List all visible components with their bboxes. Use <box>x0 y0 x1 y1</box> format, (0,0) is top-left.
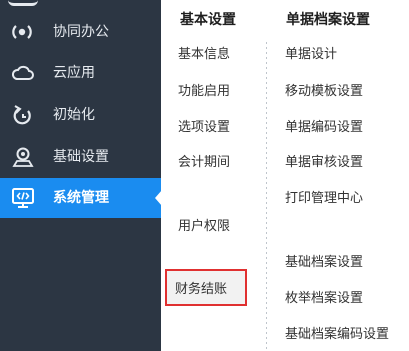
menu-link-user-permissions[interactable]: 用户权限 <box>178 215 230 234</box>
menu-link-print-center[interactable]: 打印管理中心 <box>285 187 363 206</box>
menu-link-financial-closing[interactable]: 财务结账 <box>175 278 227 297</box>
menu-link-enum-archive[interactable]: 枚举档案设置 <box>285 287 363 306</box>
signal-broadcast-icon <box>11 21 35 43</box>
sidebar-top-partial <box>8 0 38 6</box>
menu-link-base-archive-numbering[interactable]: 基础档案编码设置 <box>285 323 389 342</box>
document-settings-title: 单据档案设置 <box>286 12 370 28</box>
sidebar-item-label: 基础设置 <box>53 149 109 165</box>
settings-person-icon <box>11 146 35 168</box>
menu-link-base-archive[interactable]: 基础档案设置 <box>285 251 363 270</box>
cloud-icon <box>11 62 35 84</box>
sidebar-item-initialize[interactable]: 初始化 <box>0 95 161 135</box>
refresh-icon <box>11 104 35 126</box>
sidebar-item-label: 云应用 <box>53 65 95 81</box>
menu-link-option-settings[interactable]: 选项设置 <box>178 116 230 135</box>
menu-link-accounting-period[interactable]: 会计期间 <box>178 151 230 170</box>
sidebar-item-label: 初始化 <box>53 107 95 123</box>
column-divider <box>266 42 267 351</box>
basic-settings-title: 基本设置 <box>180 12 236 28</box>
menu-link-basic-info[interactable]: 基本信息 <box>178 43 230 62</box>
menu-link-document-numbering[interactable]: 单据编码设置 <box>285 116 363 135</box>
menu-link-document-approval[interactable]: 单据审核设置 <box>285 151 363 170</box>
menu-link-feature-enable[interactable]: 功能启用 <box>178 80 230 99</box>
sidebar-item-cloud-apps[interactable]: 云应用 <box>0 53 161 93</box>
sidebar-item-label: 系统管理 <box>53 190 109 206</box>
active-indicator <box>155 190 162 206</box>
menu-link-mobile-template[interactable]: 移动模板设置 <box>285 80 363 99</box>
sidebar-item-label: 协同办公 <box>53 24 109 40</box>
sidebar-item-system-management[interactable]: 系统管理 <box>0 178 162 218</box>
sidebar-item-basic-settings[interactable]: 基础设置 <box>0 137 161 177</box>
sidebar: 协同办公 云应用 初始化 基础设置 系统管理 <box>0 0 162 351</box>
menu-link-document-design[interactable]: 单据设计 <box>285 43 337 62</box>
sidebar-item-collaboration[interactable]: 协同办公 <box>0 12 161 52</box>
code-monitor-icon <box>11 187 35 209</box>
